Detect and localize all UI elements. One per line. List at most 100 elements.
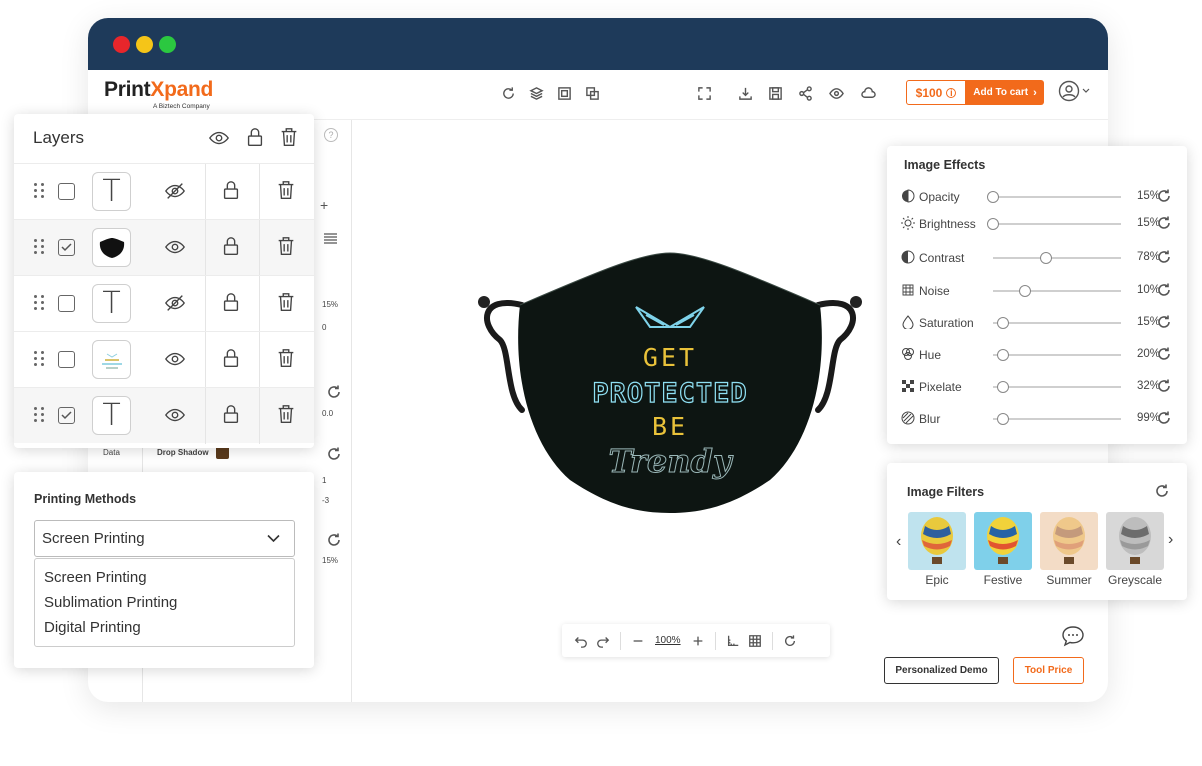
layer-row[interactable]: T xyxy=(14,387,314,444)
filter-thumbnail-festive[interactable] xyxy=(974,512,1032,570)
eye-off-icon[interactable] xyxy=(164,180,186,202)
reset-icon[interactable] xyxy=(326,532,342,548)
reset-canvas-icon[interactable] xyxy=(779,630,801,652)
fullscreen-icon[interactable] xyxy=(693,82,715,104)
effect-slider-knob[interactable] xyxy=(996,413,1009,425)
layer-checkbox[interactable] xyxy=(58,239,75,256)
reset-icon[interactable] xyxy=(1156,188,1172,204)
reset-icon[interactable] xyxy=(1156,378,1172,394)
drag-handle-icon[interactable] xyxy=(34,295,45,310)
effect-slider-track[interactable] xyxy=(993,290,1121,292)
zoom-level[interactable]: 100% xyxy=(655,635,681,646)
cloud-icon[interactable] xyxy=(857,82,879,104)
layer-row[interactable] xyxy=(14,331,314,388)
reset-icon[interactable] xyxy=(326,384,342,400)
effect-slider-track[interactable] xyxy=(993,418,1121,420)
trash-icon[interactable] xyxy=(278,126,300,148)
reset-icon[interactable] xyxy=(1156,282,1172,298)
layer-checkbox[interactable] xyxy=(58,295,75,312)
tool-price-button[interactable]: Tool Price xyxy=(1013,657,1084,684)
maximize-window-button[interactable] xyxy=(159,36,176,53)
lock-icon[interactable] xyxy=(220,403,242,425)
align-icon[interactable] xyxy=(324,233,337,245)
mask-text-line3[interactable]: BE xyxy=(470,412,870,441)
layer-row[interactable] xyxy=(14,219,314,276)
mask-product-image[interactable]: GET PROTECTED BE Trendy xyxy=(470,245,870,520)
trash-icon[interactable] xyxy=(275,403,297,425)
share-icon[interactable] xyxy=(794,82,816,104)
layer-row[interactable]: T xyxy=(14,275,314,332)
effect-slider-knob[interactable] xyxy=(996,317,1009,329)
effect-slider-knob[interactable] xyxy=(1019,285,1032,297)
reset-icon[interactable] xyxy=(1156,410,1172,426)
option-sublimation-printing[interactable]: Sublimation Printing xyxy=(44,594,177,611)
refresh-icon[interactable] xyxy=(497,82,519,104)
eye-icon[interactable] xyxy=(164,236,186,258)
filter-thumbnail-greyscale[interactable] xyxy=(1106,512,1164,570)
undo-icon[interactable] xyxy=(570,630,592,652)
reset-icon[interactable] xyxy=(1156,215,1172,231)
trash-icon[interactable] xyxy=(275,179,297,201)
effect-slider-track[interactable] xyxy=(993,322,1121,324)
redo-icon[interactable] xyxy=(592,630,614,652)
ruler-icon[interactable] xyxy=(722,630,744,652)
drag-handle-icon[interactable] xyxy=(34,407,45,422)
effect-slider-knob[interactable] xyxy=(996,349,1009,361)
effect-slider-knob[interactable] xyxy=(987,191,999,203)
close-window-button[interactable] xyxy=(113,36,130,53)
effect-slider-track[interactable] xyxy=(993,386,1121,388)
effect-slider-knob[interactable] xyxy=(987,218,999,230)
printing-method-select[interactable]: Screen Printing xyxy=(34,520,295,557)
effect-slider-track[interactable] xyxy=(993,196,1121,198)
eye-icon[interactable] xyxy=(164,404,186,426)
option-screen-printing[interactable]: Screen Printing xyxy=(44,569,147,586)
chevron-left-icon[interactable]: ‹ xyxy=(896,533,901,551)
filter-thumbnail-summer[interactable] xyxy=(1040,512,1098,570)
user-menu[interactable] xyxy=(1058,80,1090,102)
eye-off-icon[interactable] xyxy=(164,292,186,314)
personalized-demo-button[interactable]: Personalized Demo xyxy=(884,657,999,684)
chat-icon[interactable] xyxy=(1061,625,1085,647)
eye-icon[interactable] xyxy=(164,348,186,370)
preview-icon[interactable] xyxy=(825,82,847,104)
lock-icon[interactable] xyxy=(220,291,242,313)
effect-slider-track[interactable] xyxy=(993,257,1121,259)
zoom-out-icon[interactable] xyxy=(627,630,649,652)
drag-handle-icon[interactable] xyxy=(34,351,45,366)
download-icon[interactable] xyxy=(734,82,756,104)
effect-slider-track[interactable] xyxy=(993,223,1121,225)
grid-icon[interactable] xyxy=(744,630,766,652)
lock-icon[interactable] xyxy=(220,179,242,201)
trash-icon[interactable] xyxy=(275,291,297,313)
mask-text-line4[interactable]: Trendy xyxy=(470,442,870,481)
mask-text-line2[interactable]: PROTECTED xyxy=(470,377,870,409)
duplicate-icon[interactable] xyxy=(581,82,603,104)
reset-icon[interactable] xyxy=(1156,346,1172,362)
help-icon[interactable]: ? xyxy=(324,128,338,142)
mask-text-line1[interactable]: GET xyxy=(470,343,870,372)
option-digital-printing[interactable]: Digital Printing xyxy=(44,619,141,636)
reset-icon[interactable] xyxy=(1156,314,1172,330)
reset-icon[interactable] xyxy=(1156,249,1172,265)
layer-checkbox[interactable] xyxy=(58,407,75,424)
drag-handle-icon[interactable] xyxy=(34,239,45,254)
reset-icon[interactable] xyxy=(326,446,342,462)
drag-handle-icon[interactable] xyxy=(34,183,45,198)
trash-icon[interactable] xyxy=(275,347,297,369)
trash-icon[interactable] xyxy=(275,235,297,257)
zoom-in-icon[interactable] xyxy=(687,630,709,652)
lock-icon[interactable] xyxy=(220,235,242,257)
layers-icon[interactable] xyxy=(525,82,547,104)
chevron-right-icon[interactable]: › xyxy=(1168,531,1173,549)
layer-checkbox[interactable] xyxy=(58,183,75,200)
effect-slider-knob[interactable] xyxy=(996,381,1009,393)
save-icon[interactable] xyxy=(764,82,786,104)
price-button[interactable]: $100 i xyxy=(906,80,966,105)
add-to-cart-button[interactable]: Add To cart › xyxy=(966,80,1044,105)
layer-row[interactable]: T xyxy=(14,163,314,220)
reset-filters-icon[interactable] xyxy=(1154,483,1170,499)
layer-checkbox[interactable] xyxy=(58,351,75,368)
add-icon[interactable]: + xyxy=(320,197,328,213)
image-frame-icon[interactable] xyxy=(553,82,575,104)
eye-icon[interactable] xyxy=(208,127,230,149)
